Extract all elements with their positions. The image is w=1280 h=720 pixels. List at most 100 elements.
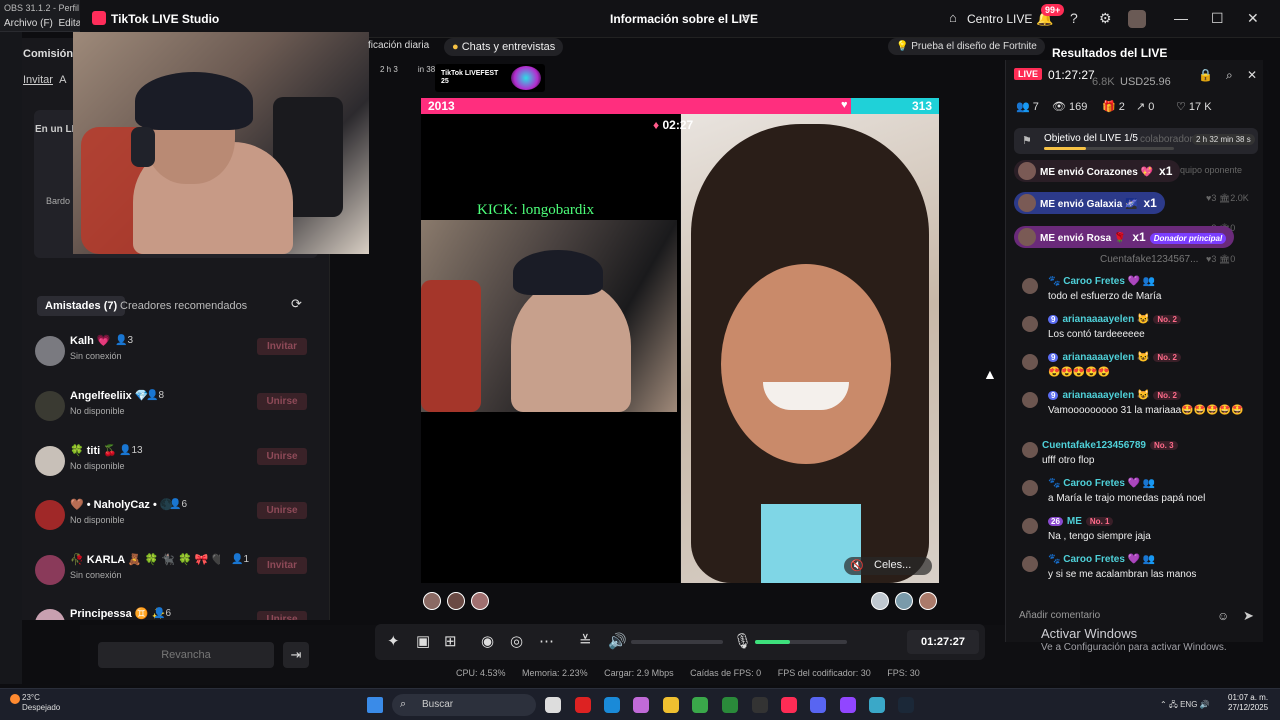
app-icon[interactable]: [722, 697, 738, 713]
join-button[interactable]: Unirse: [257, 448, 307, 465]
add-source-icon[interactable]: ⊞: [444, 632, 457, 650]
heart-icon: ♥: [841, 99, 848, 111]
layout-icon[interactable]: ▣: [416, 632, 430, 650]
more-icon[interactable]: ⋯: [539, 632, 554, 650]
twitch-icon[interactable]: [840, 697, 856, 713]
gifter-avatar[interactable]: [423, 592, 441, 610]
friend-item[interactable]: Angelfeeliix 💎 👤8 No disponible Unirse: [23, 385, 329, 439]
friend-item[interactable]: Principessa ♊ ✨ 👤6 Unirse: [23, 603, 329, 620]
camera-icon[interactable]: ◎: [510, 632, 523, 650]
minimize-icon[interactable]: —: [1174, 10, 1188, 26]
share-icon[interactable]: ↗: [740, 11, 750, 25]
obs-icon[interactable]: [752, 697, 768, 713]
host-cap: [513, 250, 603, 295]
menu-file[interactable]: Archivo (F): [4, 18, 53, 29]
task-view-icon[interactable]: [545, 697, 561, 713]
settings-sliders-icon[interactable]: ≚: [579, 632, 592, 650]
edge-icon[interactable]: [604, 697, 620, 713]
guest-name-tag[interactable]: 🔇 Celes...: [844, 557, 932, 575]
chats-button[interactable]: ● Chats y entrevistas: [444, 38, 564, 56]
obs-menu[interactable]: Archivo (F) Editar: [4, 18, 85, 29]
copilot-icon[interactable]: [633, 697, 649, 713]
panel-tabs[interactable]: Invitar A: [23, 74, 66, 86]
friend-item[interactable]: 🍀 titi 🍒 👤13 No disponible Unirse: [23, 440, 329, 494]
centro-live-button[interactable]: Centro LIVE: [967, 12, 1032, 26]
app-icon[interactable]: [575, 697, 591, 713]
close-icon[interactable]: ✕: [1247, 68, 1257, 82]
volume-slider[interactable]: [631, 640, 723, 644]
send-icon[interactable]: ➤: [1243, 608, 1254, 624]
host-stream[interactable]: KICK: longobardix: [421, 114, 680, 583]
encoder-stat: FPS del codificador: 30: [777, 668, 871, 678]
system-tray[interactable]: ⌃ 🖧 ENG 🔊: [1160, 699, 1210, 713]
help-icon[interactable]: ?: [1070, 10, 1078, 26]
home-icon[interactable]: ⌂: [949, 10, 957, 25]
webcam-headset: [131, 127, 155, 167]
comment-user[interactable]: 9 arianaaaayelen 😺 No. 2: [1048, 352, 1181, 363]
magic-wand-icon[interactable]: ✦: [387, 632, 400, 650]
maximize-icon[interactable]: ☐: [1211, 10, 1224, 27]
avatar: [1018, 194, 1036, 212]
comment-user[interactable]: Cuentafake123456789 No. 3: [1042, 440, 1178, 451]
avatar[interactable]: [1128, 10, 1146, 28]
rematch-button[interactable]: Revancha: [98, 642, 274, 668]
daily-tab[interactable]: ficación diaria: [368, 40, 429, 51]
gifter-avatar[interactable]: [471, 592, 489, 610]
chrome-icon[interactable]: [692, 697, 708, 713]
gifter-avatar[interactable]: [447, 592, 465, 610]
livefest-banner[interactable]: TikTok LIVEFEST 25: [435, 64, 545, 92]
comment-user[interactable]: 9 arianaaaayelen 😺 No. 2: [1048, 390, 1181, 401]
guest-stream[interactable]: [681, 114, 939, 583]
tab-recommended[interactable]: Creadores recomendados: [120, 300, 247, 312]
lock-icon[interactable]: 🔒: [1198, 68, 1213, 82]
record-icon[interactable]: ◉: [481, 632, 494, 650]
mic-level-slider[interactable]: [755, 640, 847, 644]
invite-button[interactable]: Invitar: [257, 557, 307, 574]
gifter-avatar[interactable]: [919, 592, 937, 610]
friend-item[interactable]: 🤎 • NaholyCaz • 🌑 👤6 No disponible Unirs…: [23, 494, 329, 548]
gifter-avatar[interactable]: [871, 592, 889, 610]
emoji-icon[interactable]: ☺: [1217, 609, 1229, 623]
comment-user[interactable]: 🐾 Caroo Fretes 💜 👥: [1048, 478, 1155, 489]
app-icon[interactable]: [869, 697, 885, 713]
explorer-icon[interactable]: [663, 697, 679, 713]
live-goal[interactable]: ⚑ Objetivo del LIVE 1/5 colaboradores 2 …: [1014, 128, 1258, 154]
exit-icon[interactable]: ⇥: [283, 642, 309, 668]
friend-item[interactable]: Kalh 💗 👤3 Sin conexión Invitar: [23, 330, 329, 384]
live-info-title[interactable]: Información sobre el LIVE: [610, 12, 758, 26]
avatar: [1018, 162, 1036, 180]
speaker-icon[interactable]: 🔊: [608, 632, 627, 650]
tab-friends[interactable]: Amistades (7): [37, 296, 126, 316]
gifter-avatar[interactable]: [895, 592, 913, 610]
taskbar-search[interactable]: ⌕ Buscar: [392, 694, 536, 716]
tab-invite[interactable]: Invitar: [23, 74, 53, 86]
comment-user[interactable]: 🐾 Caroo Fretes 💜 👥: [1048, 276, 1155, 287]
windows-start-icon[interactable]: [367, 697, 383, 713]
comment-user[interactable]: 9 arianaaaayelen 😺 No. 2: [1048, 314, 1181, 325]
join-button[interactable]: Unirse: [257, 611, 307, 620]
webcam-preview[interactable]: [73, 32, 369, 254]
tiktok-icon[interactable]: [781, 697, 797, 713]
discord-icon[interactable]: [810, 697, 826, 713]
friend-item[interactable]: 🥀 KARLA 🧸 🍀 🐈‍⬛ 🍀 🎀 🖤 🐇🎵 👤1 Sin conexión…: [23, 549, 329, 603]
friend-name: Kalh 💗: [70, 335, 111, 347]
mic-icon[interactable]: 🎙: [733, 632, 752, 650]
comment-input[interactable]: Añadir comentario ☺: [1011, 606, 1237, 628]
avatar: [1022, 442, 1038, 458]
comment-user[interactable]: 🐾 Caroo Fretes 💜 👥: [1048, 554, 1155, 565]
mute-icon[interactable]: 🔇: [850, 559, 864, 572]
gear-icon[interactable]: ⚙: [1099, 10, 1112, 27]
join-button[interactable]: Unirse: [257, 502, 307, 519]
fortnite-button[interactable]: 💡 Prueba el diseño de Fortnite: [888, 38, 1045, 55]
invite-button[interactable]: Invitar: [257, 338, 307, 355]
refresh-icon[interactable]: ⟳: [291, 296, 302, 312]
steam-icon[interactable]: [898, 697, 914, 713]
taskbar-clock[interactable]: 01:07 a. m. 27/12/2025: [1228, 693, 1268, 713]
join-button[interactable]: Unirse: [257, 393, 307, 410]
weather[interactable]: 23°C Despejado: [22, 693, 60, 713]
search-icon[interactable]: ⌕: [1226, 68, 1233, 83]
tab-other[interactable]: A: [59, 74, 66, 86]
comment-user[interactable]: 26 ME No. 1: [1048, 516, 1114, 527]
close-icon[interactable]: ✕: [1247, 10, 1259, 27]
kick-overlay-text: KICK: longobardix: [477, 202, 595, 218]
